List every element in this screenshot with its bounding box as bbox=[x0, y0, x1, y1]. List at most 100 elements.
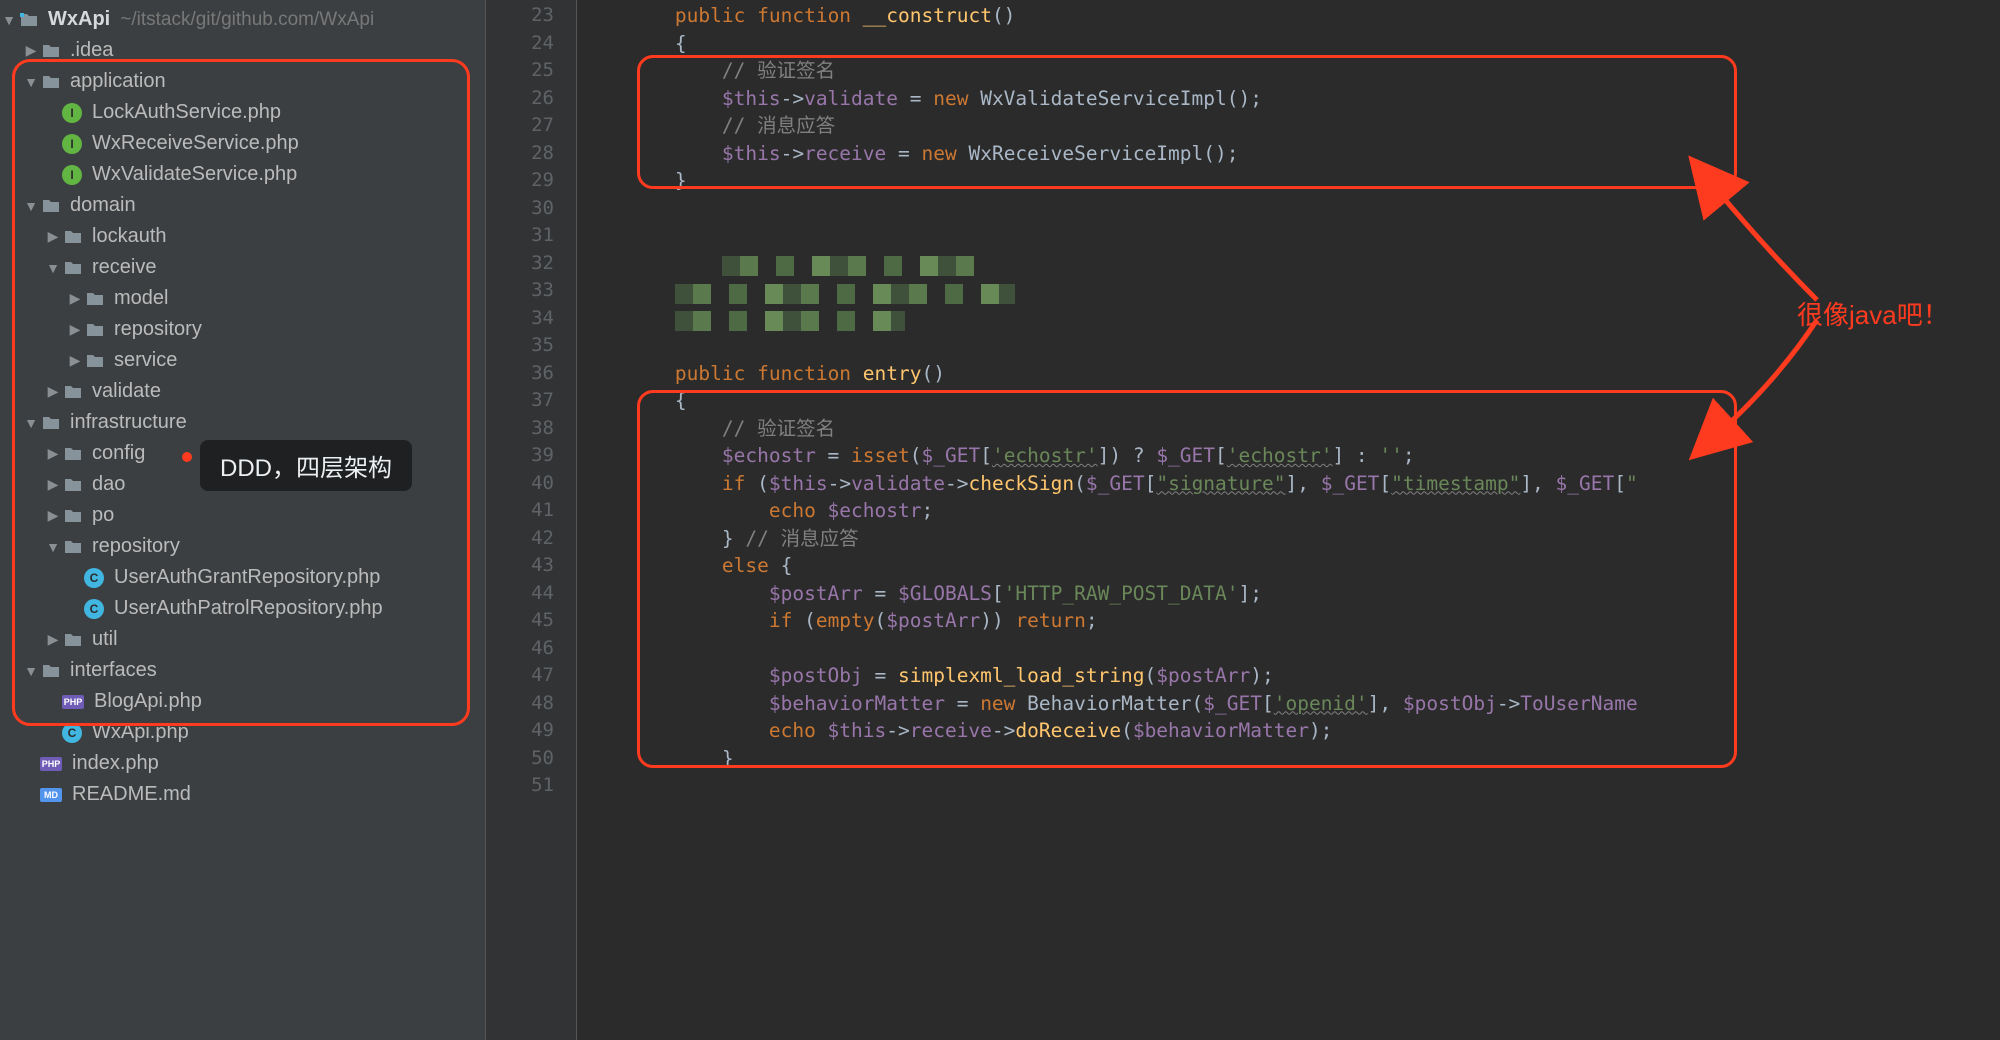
line-number[interactable]: 38 bbox=[486, 415, 576, 443]
code-line[interactable]: // 验证签名 bbox=[577, 57, 2000, 85]
tree-item-receive[interactable]: ▼ receive bbox=[0, 252, 485, 283]
tree-item-infra-repository[interactable]: ▼ repository bbox=[0, 531, 485, 562]
code-line[interactable]: // 验证签名 bbox=[577, 415, 2000, 443]
caret-right-icon[interactable]: ▶ bbox=[44, 228, 62, 246]
line-number[interactable]: 26 bbox=[486, 85, 576, 113]
line-number[interactable]: 45 bbox=[486, 607, 576, 635]
caret-right-icon[interactable]: ▶ bbox=[44, 476, 62, 494]
code-line[interactable]: } bbox=[577, 745, 2000, 773]
line-number[interactable]: 47 bbox=[486, 662, 576, 690]
caret-right-icon[interactable]: ▶ bbox=[44, 631, 62, 649]
tree-file-wxapi[interactable]: ▶ C WxApi.php bbox=[0, 717, 485, 748]
tree-item-infrastructure[interactable]: ▼ infrastructure bbox=[0, 407, 485, 438]
line-number[interactable]: 44 bbox=[486, 580, 576, 608]
code-line[interactable]: $this->receive = new WxReceiveServiceImp… bbox=[577, 140, 2000, 168]
tree-file-wxvalidate[interactable]: ▶ I WxValidateService.php bbox=[0, 159, 485, 190]
line-number[interactable]: 48 bbox=[486, 690, 576, 718]
line-number[interactable]: 49 bbox=[486, 717, 576, 745]
tree-item-domain[interactable]: ▼ domain bbox=[0, 190, 485, 221]
line-number[interactable]: 39 bbox=[486, 442, 576, 470]
code-line[interactable]: // 消息应答 bbox=[577, 112, 2000, 140]
line-number[interactable]: 33 bbox=[486, 277, 576, 305]
line-number[interactable]: 24 bbox=[486, 30, 576, 58]
code-line-obscured[interactable] bbox=[577, 305, 2000, 333]
code-line[interactable]: $this->validate = new WxValidateServiceI… bbox=[577, 85, 2000, 113]
code-line[interactable]: if ($this->validate->checkSign($_GET["si… bbox=[577, 470, 2000, 498]
line-number[interactable]: 41 bbox=[486, 497, 576, 525]
line-number[interactable]: 28 bbox=[486, 140, 576, 168]
line-number[interactable]: 37 bbox=[486, 387, 576, 415]
caret-down-icon[interactable]: ▼ bbox=[44, 259, 62, 277]
line-number[interactable]: 50 bbox=[486, 745, 576, 773]
tree-item-service[interactable]: ▶ service bbox=[0, 345, 485, 376]
code-line[interactable] bbox=[577, 635, 2000, 663]
code-line[interactable]: if (empty($postArr)) return; bbox=[577, 607, 2000, 635]
caret-right-icon[interactable]: ▶ bbox=[44, 507, 62, 525]
project-tree-panel[interactable]: ▼ WxApi ~/itstack/git/github.com/WxApi ▶… bbox=[0, 0, 485, 1040]
caret-down-icon[interactable]: ▼ bbox=[0, 11, 18, 29]
tree-item-repository[interactable]: ▶ repository bbox=[0, 314, 485, 345]
line-number[interactable]: 46 bbox=[486, 635, 576, 663]
code-line[interactable] bbox=[577, 195, 2000, 223]
tree-item-idea[interactable]: ▶ .idea bbox=[0, 35, 485, 66]
line-number[interactable]: 29 bbox=[486, 167, 576, 195]
tree-file-wxreceive[interactable]: ▶ I WxReceiveService.php bbox=[0, 128, 485, 159]
code-line[interactable]: else { bbox=[577, 552, 2000, 580]
caret-down-icon[interactable]: ▼ bbox=[22, 197, 40, 215]
code-line[interactable]: echo $this->receive->doReceive($behavior… bbox=[577, 717, 2000, 745]
tree-item-model[interactable]: ▶ model bbox=[0, 283, 485, 314]
line-number[interactable]: 36 bbox=[486, 360, 576, 388]
line-number[interactable]: 30 bbox=[486, 195, 576, 223]
editor-gutter[interactable]: 2324252627282930313233343536373839404142… bbox=[485, 0, 577, 1040]
code-line[interactable]: $postArr = $GLOBALS['HTTP_RAW_POST_DATA'… bbox=[577, 580, 2000, 608]
tree-item-lockauth[interactable]: ▶ lockauth bbox=[0, 221, 485, 252]
code-line[interactable]: $behaviorMatter = new BehaviorMatter($_G… bbox=[577, 690, 2000, 718]
code-line[interactable]: } bbox=[577, 167, 2000, 195]
code-line-obscured[interactable] bbox=[577, 250, 2000, 278]
caret-down-icon[interactable]: ▼ bbox=[22, 414, 40, 432]
tree-file-lockauth[interactable]: ▶ I LockAuthService.php bbox=[0, 97, 485, 128]
code-line[interactable] bbox=[577, 772, 2000, 800]
tree-item-validate[interactable]: ▶ validate bbox=[0, 376, 485, 407]
code-line[interactable]: } // 消息应答 bbox=[577, 525, 2000, 553]
code-editor[interactable]: public function __construct() { // 验证签名 … bbox=[577, 0, 2000, 1040]
caret-down-icon[interactable]: ▼ bbox=[22, 73, 40, 91]
code-line[interactable]: { bbox=[577, 30, 2000, 58]
line-number[interactable]: 35 bbox=[486, 332, 576, 360]
code-line[interactable]: $postObj = simplexml_load_string($postAr… bbox=[577, 662, 2000, 690]
line-number[interactable]: 32 bbox=[486, 250, 576, 278]
line-number[interactable]: 23 bbox=[486, 2, 576, 30]
line-number[interactable]: 31 bbox=[486, 222, 576, 250]
tree-root[interactable]: ▼ WxApi ~/itstack/git/github.com/WxApi bbox=[0, 4, 485, 35]
code-line[interactable]: public function __construct() bbox=[577, 2, 2000, 30]
line-number[interactable]: 27 bbox=[486, 112, 576, 140]
caret-right-icon[interactable]: ▶ bbox=[66, 290, 84, 308]
caret-right-icon[interactable]: ▶ bbox=[44, 383, 62, 401]
tree-file-blogapi[interactable]: ▶ PHP BlogApi.php bbox=[0, 686, 485, 717]
code-line[interactable]: public function entry() bbox=[577, 360, 2000, 388]
tree-file-index[interactable]: ▶ PHP index.php bbox=[0, 748, 485, 779]
line-number[interactable]: 25 bbox=[486, 57, 576, 85]
line-number[interactable]: 42 bbox=[486, 525, 576, 553]
code-line[interactable]: $echostr = isset($_GET['echostr']) ? $_G… bbox=[577, 442, 2000, 470]
line-number[interactable]: 51 bbox=[486, 772, 576, 800]
caret-right-icon[interactable]: ▶ bbox=[44, 445, 62, 463]
line-number[interactable]: 43 bbox=[486, 552, 576, 580]
caret-down-icon[interactable]: ▼ bbox=[44, 538, 62, 556]
code-line[interactable] bbox=[577, 332, 2000, 360]
caret-right-icon[interactable]: ▶ bbox=[66, 321, 84, 339]
tree-item-po[interactable]: ▶ po bbox=[0, 500, 485, 531]
tree-item-util[interactable]: ▶ util bbox=[0, 624, 485, 655]
tree-file-patrol-repo[interactable]: ▶ C UserAuthPatrolRepository.php bbox=[0, 593, 485, 624]
caret-right-icon[interactable]: ▶ bbox=[22, 42, 40, 60]
tree-file-readme[interactable]: ▶ MD README.md bbox=[0, 779, 485, 810]
code-line-obscured[interactable] bbox=[577, 277, 2000, 305]
caret-down-icon[interactable]: ▼ bbox=[22, 662, 40, 680]
line-number[interactable]: 34 bbox=[486, 305, 576, 333]
code-line[interactable] bbox=[577, 222, 2000, 250]
caret-right-icon[interactable]: ▶ bbox=[66, 352, 84, 370]
code-line[interactable]: echo $echostr; bbox=[577, 497, 2000, 525]
code-line[interactable]: { bbox=[577, 387, 2000, 415]
tree-file-grant-repo[interactable]: ▶ C UserAuthGrantRepository.php bbox=[0, 562, 485, 593]
tree-item-interfaces[interactable]: ▼ interfaces bbox=[0, 655, 485, 686]
